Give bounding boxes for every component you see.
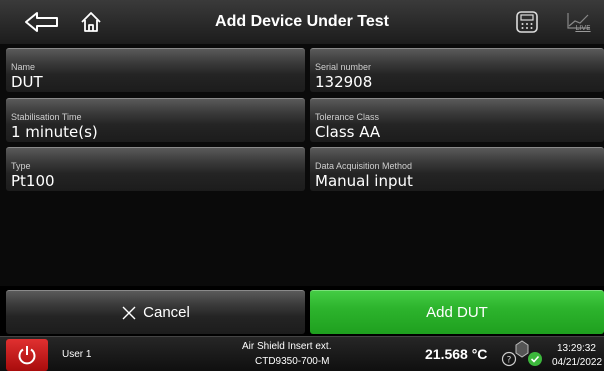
field-label: Data Acquisition Method: [315, 161, 413, 171]
instrument-model: CTD9350-700-M: [255, 356, 330, 367]
check-icon: [528, 352, 542, 366]
current-user: User 1: [62, 349, 92, 360]
name-field[interactable]: Name DUT: [6, 48, 305, 92]
title-bar: Add Device Under Test LIVE: [0, 0, 604, 44]
serial-number-field[interactable]: Serial number 132908: [310, 48, 604, 92]
power-button[interactable]: [6, 339, 48, 371]
field-value: 132908: [315, 73, 373, 91]
calculator-icon[interactable]: [512, 6, 542, 38]
field-label: Serial number: [315, 62, 372, 72]
power-icon: [18, 346, 36, 365]
live-chart-icon[interactable]: LIVE: [563, 6, 595, 38]
status-icons[interactable]: ?: [501, 339, 545, 369]
cancel-button-label: Cancel: [143, 304, 190, 321]
form-area: Name DUT Serial number 132908 Stabilisat…: [0, 44, 604, 334]
stabilisation-time-field[interactable]: Stabilisation Time 1 minute(s): [6, 98, 305, 142]
add-dut-button[interactable]: Add DUT: [310, 290, 604, 334]
field-label: Tolerance Class: [315, 112, 380, 122]
type-field[interactable]: Type Pt100: [6, 147, 305, 191]
tolerance-class-field[interactable]: Tolerance Class Class AA: [310, 98, 604, 142]
field-value: DUT: [11, 73, 43, 91]
field-value: Manual input: [315, 172, 413, 190]
field-value: 1 minute(s): [11, 123, 98, 141]
data-acquisition-method-field[interactable]: Data Acquisition Method Manual input: [310, 147, 604, 191]
clock-time: 13:29:32: [557, 343, 596, 354]
live-label: LIVE: [575, 24, 591, 32]
field-label: Name: [11, 62, 36, 72]
field-value: Class AA: [315, 123, 381, 141]
close-icon: [122, 306, 136, 319]
field-label: Type: [11, 161, 31, 171]
status-bar: User 1 Air Shield Insert ext. CTD9350-70…: [0, 336, 604, 371]
field-label: Stabilisation Time: [11, 112, 82, 122]
clock-date: 04/21/2022: [552, 357, 603, 368]
add-dut-button-label: Add DUT: [426, 304, 488, 321]
cancel-button[interactable]: Cancel: [6, 290, 305, 334]
insert-name: Air Shield Insert ext.: [242, 341, 332, 352]
field-value: Pt100: [11, 172, 55, 190]
temperature-readout: 21.568 °C: [425, 346, 488, 362]
svg-text:?: ?: [507, 356, 512, 366]
